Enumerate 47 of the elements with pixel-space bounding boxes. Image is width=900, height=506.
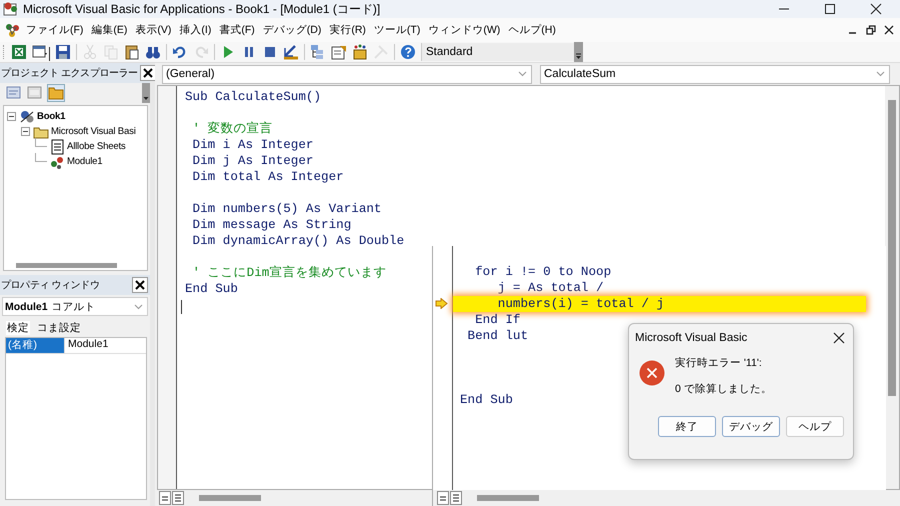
code-line: ' 変数の宣言 [192,122,273,136]
panel-title: プロパティ ウィンドウ [1,278,100,292]
tab[interactable]: コま設定 [36,321,82,335]
menu-item[interactable]: ウィンドウ(W) [424,23,504,37]
dialog-button[interactable]: デバッグ [722,416,780,437]
property-name[interactable]: (名稚) [6,338,64,353]
tree-item[interactable]: Book1 [37,111,66,122]
tab[interactable]: 検定 [6,321,30,335]
menu-item[interactable]: デバッグ(D) [258,23,326,37]
code-line: Dim j As Integer [192,154,314,168]
object-dropdown[interactable]: (General) [162,64,532,84]
toolbar-combo[interactable]: Standard [421,43,574,61]
error-code: 実行時エラー '11': [675,356,763,370]
menu-item[interactable]: 実行(R) [325,23,370,37]
menu-item[interactable]: 書式(F) [215,23,259,37]
dialog-button[interactable]: ヘルプ [786,416,844,437]
menu-item[interactable]: ファイル(F) [22,23,88,37]
error-message: 0 で除算しました。 [675,382,772,396]
code-line: Dim i As Integer [192,138,314,152]
panel-title: プロジェクト エクスプローラー [1,66,138,80]
code-line: End If [474,313,520,327]
procedure-dropdown[interactable]: CalculateSum [540,64,890,84]
menu-item[interactable]: 挿入(I) [175,23,216,37]
code-line: End Sub [460,393,513,407]
code-line: Dim total As Integer [192,170,344,184]
code-line: Dim dynamicArray() As Double [192,234,404,248]
code-line: Bend lut [466,329,528,343]
menu-item[interactable]: ツール(T) [370,23,424,37]
tree-item[interactable]: Alllobe Sheets [67,141,126,152]
window-title: Microsoft Visual Basic for Applications - Book1 - [Module1 (コード)] [23,0,382,18]
object-dropdown[interactable]: Module1 コアルト [2,297,148,316]
tree-item[interactable]: Microsoft Visual Basi [51,126,136,137]
code-line: Sub CalculateSum() [185,90,322,104]
dialog-title: Microsoft Visual Basic [635,332,748,344]
code-line: Dim numbers(5) As Variant [192,202,382,216]
code-line: for i != 0 to Noop [474,265,612,279]
menu-item[interactable]: 表示(V) [131,23,176,37]
code-line: ' ここにDim宣言を集めています [192,266,386,280]
code-line: End Sub [185,282,238,296]
tree-item[interactable]: Module1 [67,156,102,167]
code-line: numbers(i) = total / j [496,297,664,311]
dialog-button[interactable]: 終了 [658,416,716,437]
menu-item[interactable]: 編集(E) [87,23,132,37]
code-line: j = As total / [496,281,604,295]
menu-item[interactable]: ヘルプ(H) [504,23,560,37]
code-line: Dim message As String [192,218,352,232]
property-value[interactable]: Module1 [64,338,146,353]
